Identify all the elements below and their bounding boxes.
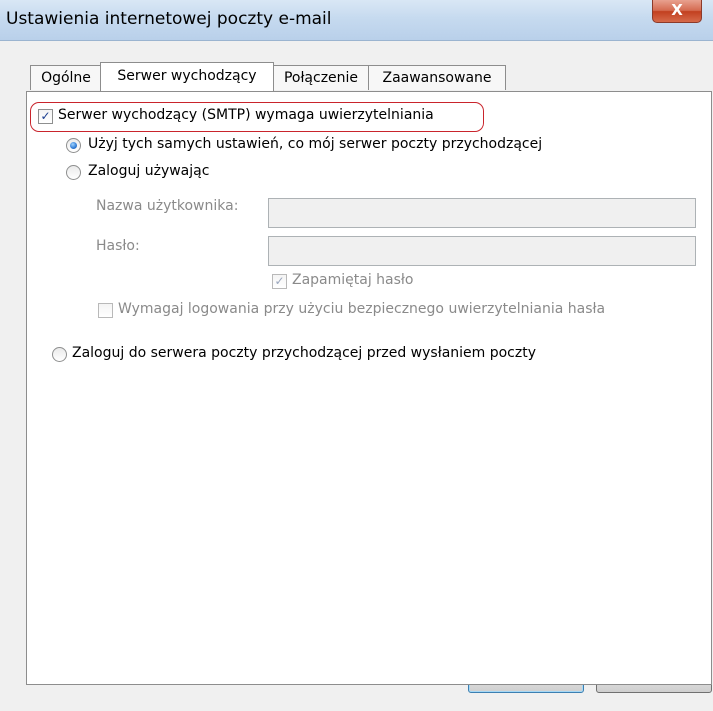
username-label: Nazwa użytkownika: — [96, 198, 239, 214]
log-on-incoming-radio[interactable] — [52, 347, 67, 362]
window-titlebar: Ustawienia internetowej poczty e-mail X — [0, 0, 713, 41]
tab-panel — [26, 91, 712, 685]
tab-general[interactable]: Ogólne — [30, 65, 102, 90]
tab-outgoing-server[interactable]: Serwer wychodzący — [100, 62, 274, 91]
smtp-auth-checkbox[interactable]: ✓ — [38, 109, 53, 124]
spa-label: Wymagaj logowania przy użyciu bezpieczne… — [118, 301, 606, 317]
close-button[interactable]: X — [652, 0, 702, 23]
dialog-body: Ogólne Serwer wychodzący Połączenie Zaaw… — [0, 41, 713, 711]
spa-checkbox[interactable] — [98, 303, 113, 318]
log-on-using-radio[interactable] — [66, 165, 81, 180]
remember-password-label: Zapamiętaj hasło — [292, 272, 414, 288]
password-field[interactable] — [268, 236, 696, 266]
tab-connection[interactable]: Połączenie — [273, 65, 369, 90]
tab-label: Połączenie — [283, 70, 359, 86]
tab-advanced[interactable]: Zaawansowane — [368, 65, 506, 90]
close-icon: X — [671, 1, 683, 19]
log-on-incoming-label: Zaloguj do serwera poczty przychodzącej … — [72, 345, 537, 361]
use-same-settings-radio[interactable] — [66, 138, 81, 153]
tab-label: Serwer wychodzący — [117, 68, 257, 84]
password-label: Hasło: — [96, 238, 140, 254]
tab-label: Zaawansowane — [382, 70, 492, 86]
log-on-using-label: Zaloguj używając — [88, 163, 210, 179]
username-field[interactable] — [268, 198, 696, 228]
use-same-settings-label: Użyj tych samych ustawień, co mój serwer… — [88, 136, 543, 152]
window-title: Ustawienia internetowej poczty e-mail — [6, 9, 332, 29]
remember-password-checkbox[interactable]: ✓ — [272, 274, 287, 289]
smtp-auth-label: Serwer wychodzący (SMTP) wymaga uwierzyt… — [58, 107, 434, 123]
tab-label: Ogólne — [41, 70, 91, 86]
